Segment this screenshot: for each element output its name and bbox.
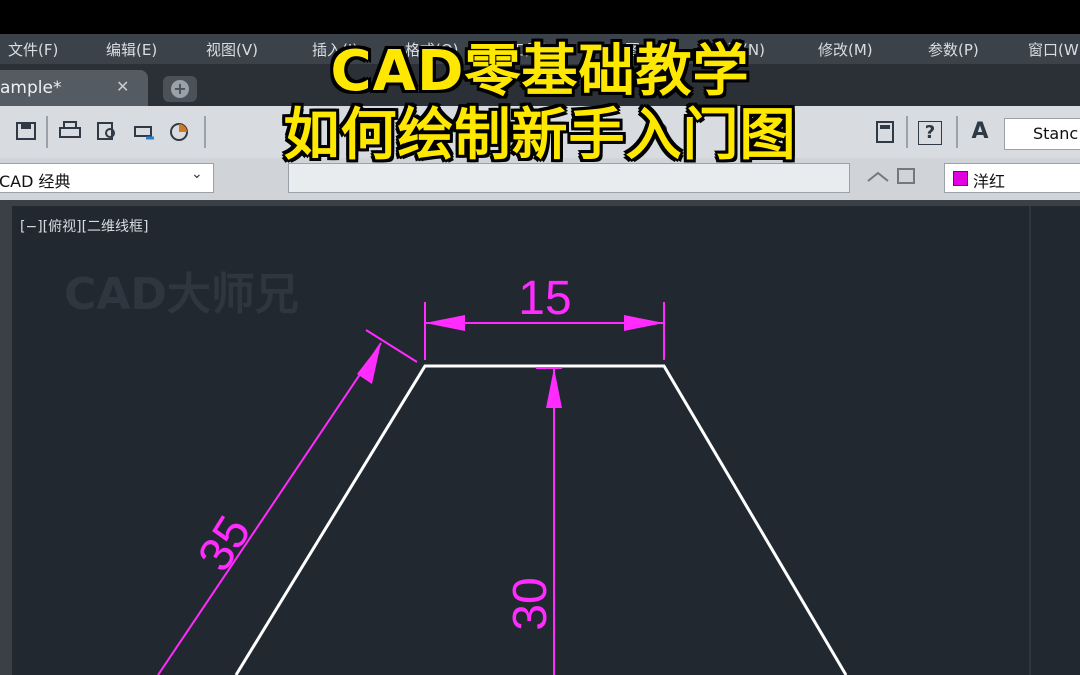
arrowhead: [425, 315, 465, 331]
title-overlay: CAD零基础教学 如何绘制新手入门图: [0, 40, 1080, 168]
title-line-2: 如何绘制新手入门图: [283, 103, 797, 168]
dimension-top[interactable]: 15: [424, 272, 665, 360]
title-line-1: CAD零基础教学: [330, 39, 750, 104]
dimension-height[interactable]: 30: [504, 367, 562, 675]
arrowhead: [546, 368, 562, 408]
dimension-top-text: 15: [518, 272, 571, 325]
arrowhead: [357, 343, 381, 384]
dimension-line: [157, 342, 382, 675]
dimension-slant-text: 35: [188, 507, 261, 580]
dimension-slant[interactable]: 35: [157, 329, 418, 675]
dimension-height-text: 30: [504, 577, 557, 630]
arrowhead: [624, 315, 664, 331]
